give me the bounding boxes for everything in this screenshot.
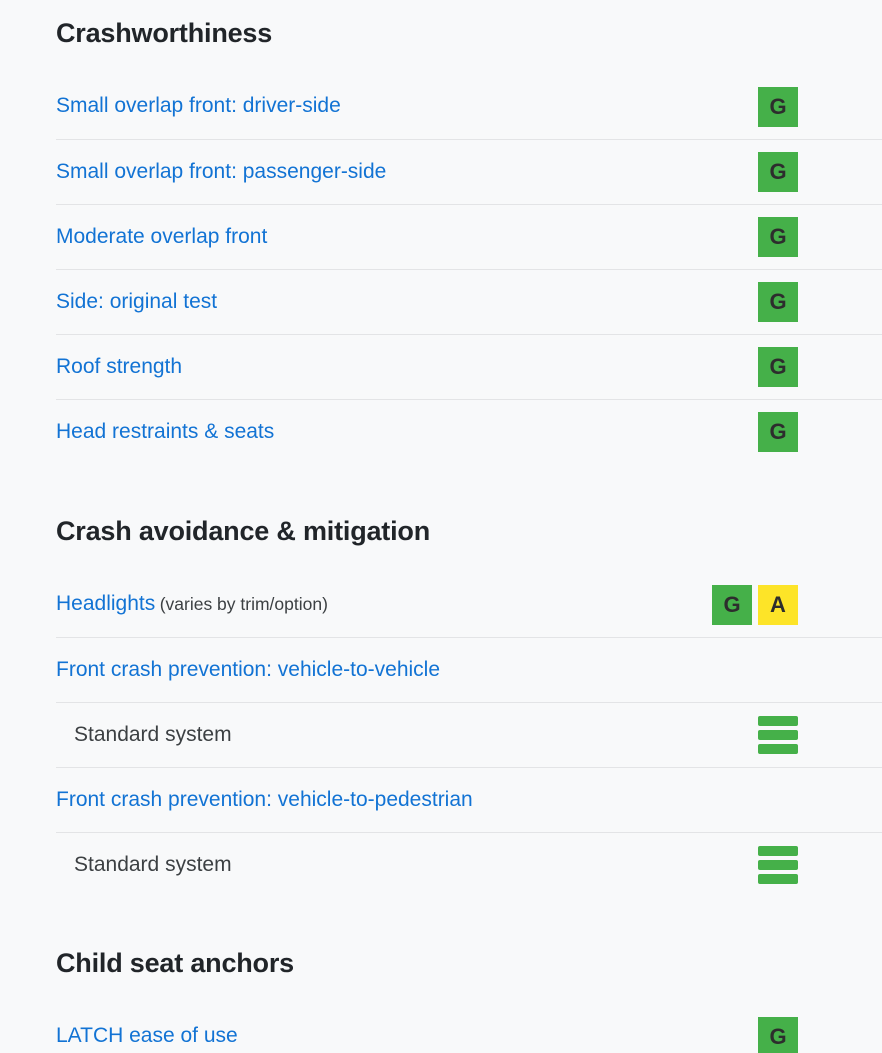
rating-row: LATCH ease of use G: [0, 1004, 882, 1053]
rating-result-group: G: [758, 282, 798, 322]
ratings-section: Crash avoidance & mitigation Headlights (…: [0, 464, 882, 897]
rating-result-group: G: [758, 412, 798, 452]
rating-badge-g: G: [758, 217, 798, 257]
rating-badge-g: G: [758, 152, 798, 192]
rating-badge-g: G: [712, 584, 752, 625]
rating-subrow-label: Standard system: [74, 722, 232, 746]
rating-row-label-group: Small overlap front: driver-side: [56, 93, 341, 119]
rating-row: Standard system: [0, 832, 882, 897]
ratings-row-list: Headlights (varies by trim/option) G A Fron…: [0, 572, 882, 897]
rating-test-link[interactable]: LATCH ease of use: [56, 1024, 238, 1047]
ratings-section: Crashworthiness Small overlap front: driv…: [0, 0, 882, 464]
rating-row-label-group: Small overlap front: passenger-side: [56, 159, 386, 185]
rating-superior-bars-icon: [758, 845, 798, 885]
rating-bar-segment: [758, 744, 798, 754]
rating-row: Small overlap front: driver-side G: [0, 74, 882, 139]
rating-bar-segment: [758, 874, 798, 884]
vehicle-safety-ratings-panel: Crashworthiness Small overlap front: driv…: [0, 0, 882, 1053]
section-title: Crash avoidance & mitigation: [56, 516, 430, 546]
rating-subrow-label: Standard system: [74, 852, 232, 876]
rating-test-link[interactable]: Front crash prevention: vehicle-to-vehic…: [56, 658, 440, 681]
rating-result-group: G: [758, 152, 798, 192]
rating-row-label-group: LATCH ease of use: [56, 1023, 238, 1049]
rating-row-label-group: Standard system: [56, 852, 232, 878]
rating-badge-g: G: [758, 282, 798, 322]
rating-test-link[interactable]: Head restraints & seats: [56, 420, 274, 443]
rating-result-group: [758, 715, 798, 755]
rating-row: Side: original test G: [0, 269, 882, 334]
rating-result-group: G: [758, 86, 798, 127]
rating-row-label-group: Headlights (varies by trim/option): [56, 591, 328, 617]
rating-row: Moderate overlap front G: [0, 204, 882, 269]
rating-bar-segment: [758, 860, 798, 870]
rating-result-group: G: [758, 347, 798, 387]
rating-row: Roof strength G: [0, 334, 882, 399]
ratings-row-list: Small overlap front: driver-side G Small o…: [0, 74, 882, 464]
rating-badge-g: G: [758, 347, 798, 387]
rating-test-link[interactable]: Small overlap front: passenger-side: [56, 160, 386, 183]
rating-badge-g: G: [758, 1016, 798, 1053]
rating-result-group: [758, 845, 798, 885]
rating-row: Headlights (varies by trim/option) G A: [0, 572, 882, 637]
rating-row-label-group: Roof strength: [56, 354, 182, 380]
rating-row-label-group: Front crash prevention: vehicle-to-vehic…: [56, 657, 440, 683]
rating-badge-g: G: [758, 86, 798, 127]
rating-row: Small overlap front: passenger-side G: [0, 139, 882, 204]
ratings-row-list: LATCH ease of use G: [0, 1004, 882, 1053]
rating-row: Front crash prevention: vehicle-to-pedes…: [0, 767, 882, 832]
section-title: Crashworthiness: [56, 18, 273, 48]
rating-test-link[interactable]: Headlights: [56, 592, 155, 615]
rating-badge-g: G: [758, 412, 798, 452]
rating-test-link[interactable]: Side: original test: [56, 290, 217, 313]
rating-row-label-group: Front crash prevention: vehicle-to-pedes…: [56, 787, 473, 813]
rating-row-note: (varies by trim/option): [159, 594, 328, 615]
rating-superior-bars-icon: [758, 715, 798, 755]
rating-row-label-group: Head restraints & seats: [56, 419, 274, 445]
rating-test-link[interactable]: Roof strength: [56, 355, 182, 378]
rating-row: Front crash prevention: vehicle-to-vehic…: [0, 637, 882, 702]
rating-bar-segment: [758, 716, 798, 726]
rating-row: Head restraints & seats G: [0, 399, 882, 464]
rating-bar-segment: [758, 846, 798, 856]
rating-bar-segment: [758, 730, 798, 740]
rating-result-group: G: [758, 217, 798, 257]
rating-result-group: G: [758, 1016, 798, 1053]
rating-test-link[interactable]: Front crash prevention: vehicle-to-pedes…: [56, 788, 473, 811]
section-title: Child seat anchors: [56, 948, 294, 978]
rating-test-link[interactable]: Small overlap front: driver-side: [56, 94, 341, 117]
rating-row-label-group: Standard system: [56, 722, 232, 748]
rating-result-group: GA: [712, 584, 798, 625]
rating-row: Standard system: [0, 702, 882, 767]
rating-row-label-group: Moderate overlap front: [56, 224, 267, 250]
rating-row-label-group: Side: original test: [56, 289, 217, 315]
rating-badge-a: A: [758, 584, 798, 625]
rating-test-link[interactable]: Moderate overlap front: [56, 225, 267, 248]
ratings-section: Child seat anchors LATCH ease of use G: [0, 897, 882, 1053]
